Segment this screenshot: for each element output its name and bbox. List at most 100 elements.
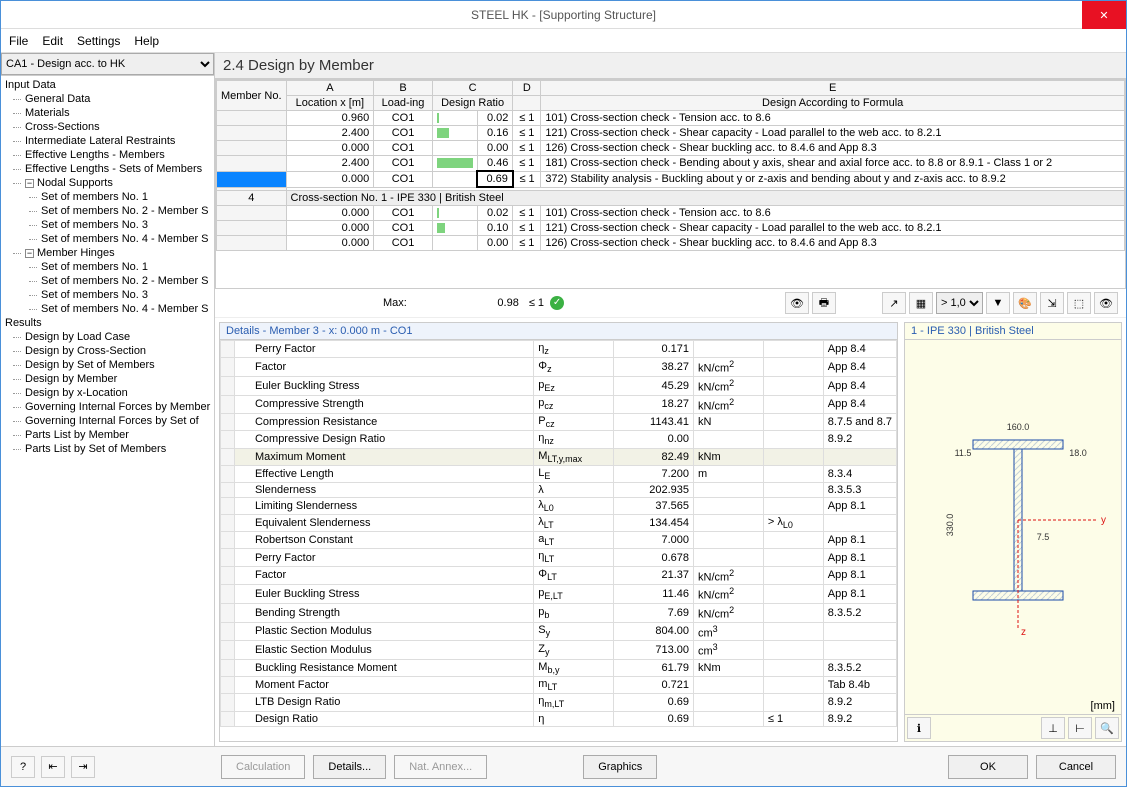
menu-settings[interactable]: Settings: [77, 34, 120, 48]
details-row[interactable]: Euler Buckling StresspE,LT11.46kN/cm2App…: [221, 585, 897, 604]
tree-item[interactable]: Effective Lengths - Sets of Members: [1, 162, 214, 176]
tree-item[interactable]: Set of members No. 2 - Member S: [1, 204, 214, 218]
details-row[interactable]: Compressive Strengthpcz18.27kN/cm2App 8.…: [221, 395, 897, 414]
details-row[interactable]: Maximum MomentMLT,y,max82.49kNm: [221, 448, 897, 465]
tree-item[interactable]: Set of members No. 3: [1, 288, 214, 302]
details-row[interactable]: LTB Design Ratioηm,LT0.698.9.2: [221, 694, 897, 711]
table-row[interactable]: 0.000CO10.69≤ 1372) Stability analysis -…: [217, 171, 1125, 187]
section-row[interactable]: 4Cross-section No. 1 - IPE 330 | British…: [217, 191, 1125, 206]
next-icon[interactable]: ⇥: [71, 756, 95, 778]
tree-results[interactable]: Results: [1, 316, 214, 330]
sidebar: CA1 - Design acc. to HK Input Data Gener…: [1, 53, 215, 746]
details-row[interactable]: Perry Factorηz0.171App 8.4: [221, 341, 897, 358]
select-icon[interactable]: ⬚: [1067, 292, 1091, 314]
check-ok-icon: ✓: [550, 296, 564, 310]
details-row[interactable]: Compressive Design Ratioηnz0.008.9.2: [221, 431, 897, 448]
details-row[interactable]: FactorΦz38.27kN/cm2App 8.4: [221, 358, 897, 377]
filter-member-icon[interactable]: 👁: [785, 292, 809, 314]
tree-item[interactable]: Parts List by Member: [1, 428, 214, 442]
design-grid[interactable]: Member No. A B C D E Location x [m] Load…: [215, 79, 1126, 289]
details-row[interactable]: Buckling Resistance MomentMb,y61.79kNm8.…: [221, 659, 897, 676]
details-button[interactable]: Details...: [313, 755, 386, 779]
table-row[interactable]: 2.400CO10.16≤ 1121) Cross-section check …: [217, 126, 1125, 141]
close-button[interactable]: ✕: [1082, 1, 1126, 29]
tree-item[interactable]: Design by Load Case: [1, 330, 214, 344]
tree-item[interactable]: Cross-Sections: [1, 120, 214, 134]
nat-annex-button[interactable]: Nat. Annex...: [394, 755, 487, 779]
palette-icon[interactable]: 🎨: [1013, 292, 1037, 314]
axes-icon[interactable]: ⊥: [1041, 717, 1065, 739]
cancel-button[interactable]: Cancel: [1036, 755, 1116, 779]
tree-input-data[interactable]: Input Data: [1, 78, 214, 92]
prev-icon[interactable]: ⇤: [41, 756, 65, 778]
details-row[interactable]: Limiting SlendernessλL037.565App 8.1: [221, 497, 897, 514]
details-row[interactable]: Design Ratioη0.69≤ 18.9.2: [221, 711, 897, 726]
details-row[interactable]: Elastic Section ModulusZy713.00cm3: [221, 641, 897, 660]
collapse-icon[interactable]: −: [25, 179, 34, 188]
ok-button[interactable]: OK: [948, 755, 1028, 779]
tree-item[interactable]: Set of members No. 1: [1, 260, 214, 274]
table-row[interactable]: 2.400CO10.46≤ 1181) Cross-section check …: [217, 156, 1125, 172]
table-row[interactable]: 0.000CO10.00≤ 1126) Cross-section check …: [217, 236, 1125, 251]
ratio-filter-select[interactable]: > 1,0: [936, 292, 983, 314]
tree-item[interactable]: General Data: [1, 92, 214, 106]
tree-member-hinges[interactable]: −Member Hinges: [1, 246, 214, 260]
details-header: Details - Member 3 - x: 0.000 m - CO1: [220, 323, 897, 340]
tree-item[interactable]: Set of members No. 3: [1, 218, 214, 232]
collapse-icon[interactable]: −: [25, 249, 34, 258]
details-row[interactable]: Effective LengthLE7.200m8.3.4: [221, 465, 897, 482]
eye-icon[interactable]: 👁: [1094, 292, 1118, 314]
tree-item[interactable]: Governing Internal Forces by Member: [1, 400, 214, 414]
menu-edit[interactable]: Edit: [42, 34, 63, 48]
goto-icon[interactable]: ↗: [882, 292, 906, 314]
details-row[interactable]: Euler Buckling StresspEz45.29kN/cm2App 8…: [221, 376, 897, 395]
table-row[interactable]: 0.000CO10.10≤ 1121) Cross-section check …: [217, 221, 1125, 236]
dims-icon[interactable]: ⊢: [1068, 717, 1092, 739]
table-row[interactable]: 0.000CO10.00≤ 1126) Cross-section check …: [217, 141, 1125, 156]
tree-item[interactable]: Materials: [1, 106, 214, 120]
menu-file[interactable]: File: [9, 34, 28, 48]
details-row[interactable]: Bending Strengthpb7.69kN/cm28.3.5.2: [221, 603, 897, 622]
tree-nodal-supports[interactable]: −Nodal Supports: [1, 176, 214, 190]
svg-text:z: z: [1021, 627, 1026, 638]
calculation-button[interactable]: Calculation: [221, 755, 305, 779]
print-icon[interactable]: 🖶: [812, 292, 836, 314]
details-table[interactable]: Perry Factorηz0.171App 8.4FactorΦz38.27k…: [220, 340, 897, 741]
tree-item[interactable]: Set of members No. 2 - Member S: [1, 274, 214, 288]
tree-item[interactable]: Parts List by Set of Members: [1, 442, 214, 456]
details-row[interactable]: Equivalent SlendernessλLT134.454> λL0: [221, 515, 897, 532]
max-check: ≤ 1: [529, 297, 544, 309]
funnel-icon[interactable]: ▼: [986, 292, 1010, 314]
graphics-button[interactable]: Graphics: [583, 755, 657, 779]
tree-item[interactable]: Design by Member: [1, 372, 214, 386]
details-row[interactable]: FactorΦLT21.37kN/cm2App 8.1: [221, 566, 897, 585]
svg-text:18.0: 18.0: [1069, 448, 1087, 458]
menu-help[interactable]: Help: [134, 34, 159, 48]
tree-item[interactable]: Set of members No. 1: [1, 190, 214, 204]
tree-item[interactable]: Design by Cross-Section: [1, 344, 214, 358]
details-row[interactable]: Slendernessλ202.9358.3.5.3: [221, 482, 897, 497]
details-row[interactable]: Perry FactorηLT0.678App 8.1: [221, 549, 897, 566]
details-row[interactable]: Moment FactormLT0.721Tab 8.4b: [221, 677, 897, 694]
section-diagram: 160.0 330.0 11.5 18.0 7.5 y z: [905, 340, 1121, 700]
table-icon[interactable]: ▦: [909, 292, 933, 314]
tree-item[interactable]: Design by Set of Members: [1, 358, 214, 372]
tree-item[interactable]: Set of members No. 4 - Member S: [1, 232, 214, 246]
details-row[interactable]: Plastic Section ModulusSy804.00cm3: [221, 622, 897, 641]
info-icon[interactable]: ℹ: [907, 717, 931, 739]
tree-item[interactable]: Set of members No. 4 - Member S: [1, 302, 214, 316]
details-row[interactable]: Robertson ConstantaLT7.000App 8.1: [221, 532, 897, 549]
tree-item[interactable]: Governing Internal Forces by Set of: [1, 414, 214, 428]
zoom-icon[interactable]: 🔍: [1095, 717, 1119, 739]
export-icon[interactable]: ⇲: [1040, 292, 1064, 314]
help-icon[interactable]: ?: [11, 756, 35, 778]
nav-tree[interactable]: Input Data General Data Materials Cross-…: [1, 75, 214, 746]
case-select[interactable]: CA1 - Design acc. to HK: [1, 53, 214, 75]
details-row[interactable]: Compression ResistancePcz1143.41kN8.7.5 …: [221, 414, 897, 431]
table-row[interactable]: 0.960CO10.02≤ 1101) Cross-section check …: [217, 111, 1125, 126]
max-label: Max:: [383, 297, 407, 309]
tree-item[interactable]: Design by x-Location: [1, 386, 214, 400]
tree-item[interactable]: Intermediate Lateral Restraints: [1, 134, 214, 148]
tree-item[interactable]: Effective Lengths - Members: [1, 148, 214, 162]
table-row[interactable]: 0.000CO10.02≤ 1101) Cross-section check …: [217, 206, 1125, 221]
